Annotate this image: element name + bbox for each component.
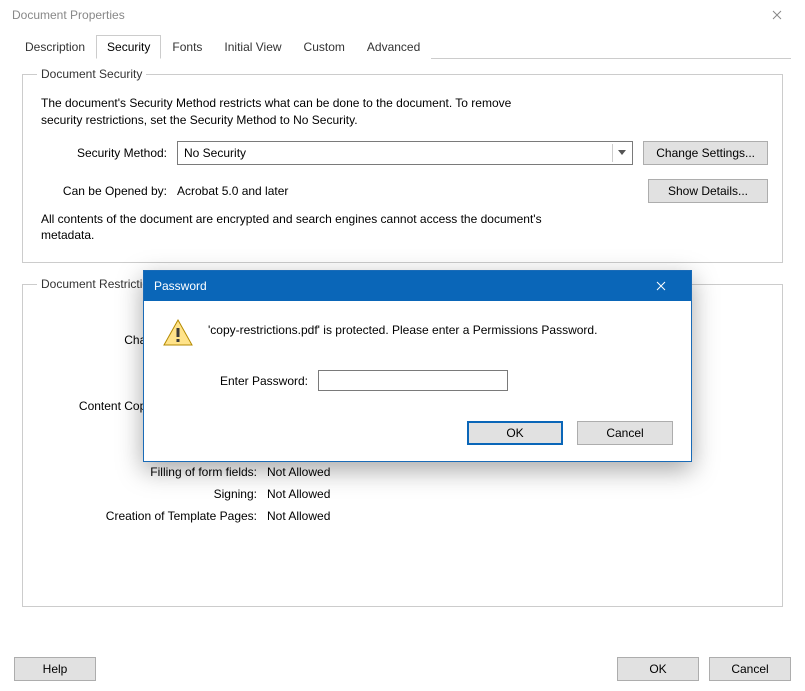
window-titlebar: Document Properties [0, 0, 805, 30]
document-security-group: Document Security The document's Securit… [22, 67, 783, 263]
password-dialog: Password 'copy-restrictions.pdf' is prot… [143, 270, 692, 462]
dialog-button-bar: Help OK Cancel [0, 647, 805, 691]
opened-by-value: Acrobat 5.0 and later [177, 184, 648, 198]
password-dialog-buttons: OK Cancel [144, 405, 691, 461]
ok-button[interactable]: OK [617, 657, 699, 681]
warning-icon [162, 317, 194, 352]
restriction-template-pages: Creation of Template Pages: Not Allowed [37, 509, 768, 523]
document-security-legend: Document Security [37, 67, 146, 81]
tab-advanced[interactable]: Advanced [356, 35, 431, 59]
password-dialog-titlebar: Password [144, 271, 691, 301]
change-settings-button[interactable]: Change Settings... [643, 141, 768, 165]
password-dialog-message: 'copy-restrictions.pdf' is protected. Pl… [208, 317, 597, 337]
tab-custom[interactable]: Custom [293, 35, 356, 59]
cancel-button[interactable]: Cancel [709, 657, 791, 681]
password-input-label: Enter Password: [208, 374, 318, 388]
close-icon [772, 10, 782, 20]
restriction-form-fields: Filling of form fields: Not Allowed [37, 465, 768, 479]
show-details-button[interactable]: Show Details... [648, 179, 768, 203]
window-close-button[interactable] [757, 0, 797, 30]
password-input[interactable] [318, 370, 508, 391]
window-title: Document Properties [8, 8, 757, 22]
tab-fonts[interactable]: Fonts [161, 35, 213, 59]
opened-by-label: Can be Opened by: [37, 184, 177, 198]
restriction-signing: Signing: Not Allowed [37, 487, 768, 501]
tab-description[interactable]: Description [14, 35, 96, 59]
opened-by-row: Can be Opened by: Acrobat 5.0 and later … [37, 179, 768, 203]
security-intro-text: The document's Security Method restricts… [41, 95, 768, 129]
tab-strip: Description Security Fonts Initial View … [14, 34, 791, 59]
close-icon [656, 281, 666, 291]
password-dialog-close-button[interactable] [641, 271, 681, 301]
password-dialog-title: Password [154, 279, 641, 293]
password-ok-button[interactable]: OK [467, 421, 563, 445]
tab-security[interactable]: Security [96, 35, 161, 59]
password-cancel-button[interactable]: Cancel [577, 421, 673, 445]
security-method-label: Security Method: [37, 146, 177, 160]
security-method-row: Security Method: No Security Change Sett… [37, 141, 768, 165]
tab-initial-view[interactable]: Initial View [213, 35, 292, 59]
encryption-note: All contents of the document are encrypt… [41, 211, 764, 245]
password-dialog-body: 'copy-restrictions.pdf' is protected. Pl… [144, 301, 691, 405]
security-method-select[interactable]: No Security [177, 141, 633, 165]
security-method-value: No Security [184, 146, 246, 160]
password-input-row: Enter Password: [208, 370, 673, 391]
chevron-down-icon [612, 144, 630, 162]
help-button[interactable]: Help [14, 657, 96, 681]
